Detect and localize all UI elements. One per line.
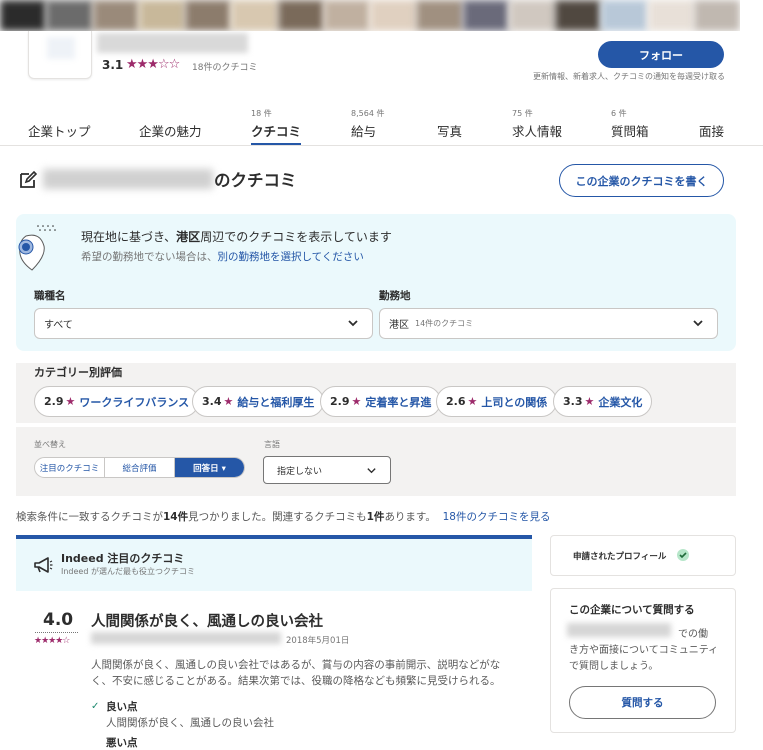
- cover-banner: [0, 0, 740, 31]
- tab-salary[interactable]: 8,564 件給与: [351, 108, 384, 146]
- verified-check-icon: [677, 549, 689, 561]
- location-select[interactable]: 港区 14件のクチコミ: [379, 308, 718, 339]
- job-title-label: 職種名: [34, 290, 66, 302]
- language-select[interactable]: 指定しない: [263, 456, 391, 484]
- company-name-sidebar: [567, 623, 671, 637]
- ask-question-button[interactable]: 質問する: [569, 686, 716, 719]
- review-stars: ★★★★☆: [34, 636, 70, 646]
- category-chip-salary[interactable]: 3.4 ★ 給与と福利厚生: [192, 386, 325, 417]
- chevron-down-icon: [348, 320, 358, 327]
- ask-question-title: この企業について質問する: [569, 604, 695, 616]
- company-logo[interactable]: [28, 31, 92, 79]
- ask-question-desc-1: での働: [678, 629, 708, 640]
- location-heading: 現在地に基づき、港区周辺でのクチコミを表示しています: [81, 230, 392, 244]
- job-title-select[interactable]: すべて: [34, 308, 373, 339]
- review-title: 人間関係が良く、風通しの良い会社: [91, 614, 323, 630]
- follow-button[interactable]: フォロー: [598, 41, 724, 68]
- category-chip-management[interactable]: 2.6 ★ 上司との関係: [436, 386, 558, 417]
- tab-photos[interactable]: 写真: [437, 108, 462, 146]
- claimed-profile-label: 申請されたプロフィール: [573, 552, 667, 562]
- company-name-title: [43, 169, 213, 189]
- follow-note: 更新情報、新着求人、クチコミの通知を毎週受け取る: [533, 72, 725, 81]
- page-title: のクチコミ: [214, 171, 297, 190]
- tabs-divider: [0, 145, 763, 146]
- company-rating-stars: ★★★☆☆: [126, 57, 180, 72]
- tab-interviews[interactable]: 面接: [699, 108, 724, 146]
- change-location-link[interactable]: 別の勤務地を選択してください: [218, 251, 364, 263]
- results-summary: 検索条件に一致するクチコミが14件見つかりました。関連するクチコミも1件あります…: [16, 511, 551, 523]
- company-name[interactable]: [97, 33, 248, 53]
- sort-segmented-control: 注目のクチコミ 総合評価 回答日 ▾: [34, 457, 245, 478]
- tab-jobs[interactable]: 75 件求人情報: [512, 108, 562, 146]
- featured-title: Indeed 注目のクチコミ: [61, 552, 185, 565]
- sort-heading: 並べ替え: [34, 440, 66, 449]
- location-label: 勤務地: [379, 290, 411, 302]
- see-all-reviews-link[interactable]: 18件のクチコミを見る: [443, 511, 551, 523]
- category-chip-culture[interactable]: 3.3 ★ 企業文化: [553, 386, 653, 417]
- reviewer-info: [91, 632, 281, 644]
- edit-review-icon: [20, 170, 38, 188]
- tab-company-appeal[interactable]: 企業の魅力: [139, 108, 202, 146]
- cons-label: 悪い点: [106, 737, 138, 749]
- sort-option-date[interactable]: 回答日 ▾: [175, 458, 244, 477]
- category-chip-work-life[interactable]: 2.9 ★ ワークライフバランス: [34, 386, 200, 417]
- company-review-count[interactable]: 18件のクチコミ: [192, 60, 257, 73]
- chevron-down-icon: [693, 320, 703, 327]
- sort-option-rating[interactable]: 総合評価: [105, 458, 175, 477]
- category-ratings-heading: カテゴリー別評価: [34, 366, 122, 379]
- pros-label: 良い点: [106, 701, 138, 713]
- check-icon: ✓: [91, 701, 100, 712]
- language-heading: 言語: [264, 440, 280, 449]
- tab-reviews[interactable]: 18 件クチコミ: [251, 108, 302, 146]
- tab-company-top[interactable]: 企業トップ: [28, 108, 91, 146]
- ask-question-desc-2: き方や面接についてコミュニティで質問しましょう。: [569, 645, 719, 672]
- chevron-down-icon: [367, 468, 376, 474]
- category-chip-retention[interactable]: 2.9 ★ 定着率と昇進: [320, 386, 442, 417]
- company-rating: 3.1: [102, 58, 124, 72]
- review-body: 人間関係が良く、風通しの良い会社ではあるが、賞与の内容の事前開示、説明などがなく…: [91, 659, 501, 687]
- megaphone-icon: [34, 557, 53, 573]
- sort-option-featured[interactable]: 注目のクチコミ: [35, 458, 105, 477]
- featured-subtitle: Indeed が選んだ最も役立つクチコミ: [61, 567, 195, 576]
- review-rating: 4.0: [43, 610, 74, 630]
- pros-text: 人間関係が良く、風通しの良い会社: [106, 717, 274, 729]
- review-rating-underline: [35, 632, 78, 633]
- review-date: 2018年5月01日: [286, 636, 350, 646]
- map-pin-icon: [18, 225, 56, 271]
- write-review-button[interactable]: この企業のクチコミを書く: [559, 164, 724, 197]
- tab-questions[interactable]: 6 件質問箱: [611, 108, 649, 146]
- location-subtext: 希望の勤務地でない場合は、別の勤務地を選択してください: [81, 251, 364, 263]
